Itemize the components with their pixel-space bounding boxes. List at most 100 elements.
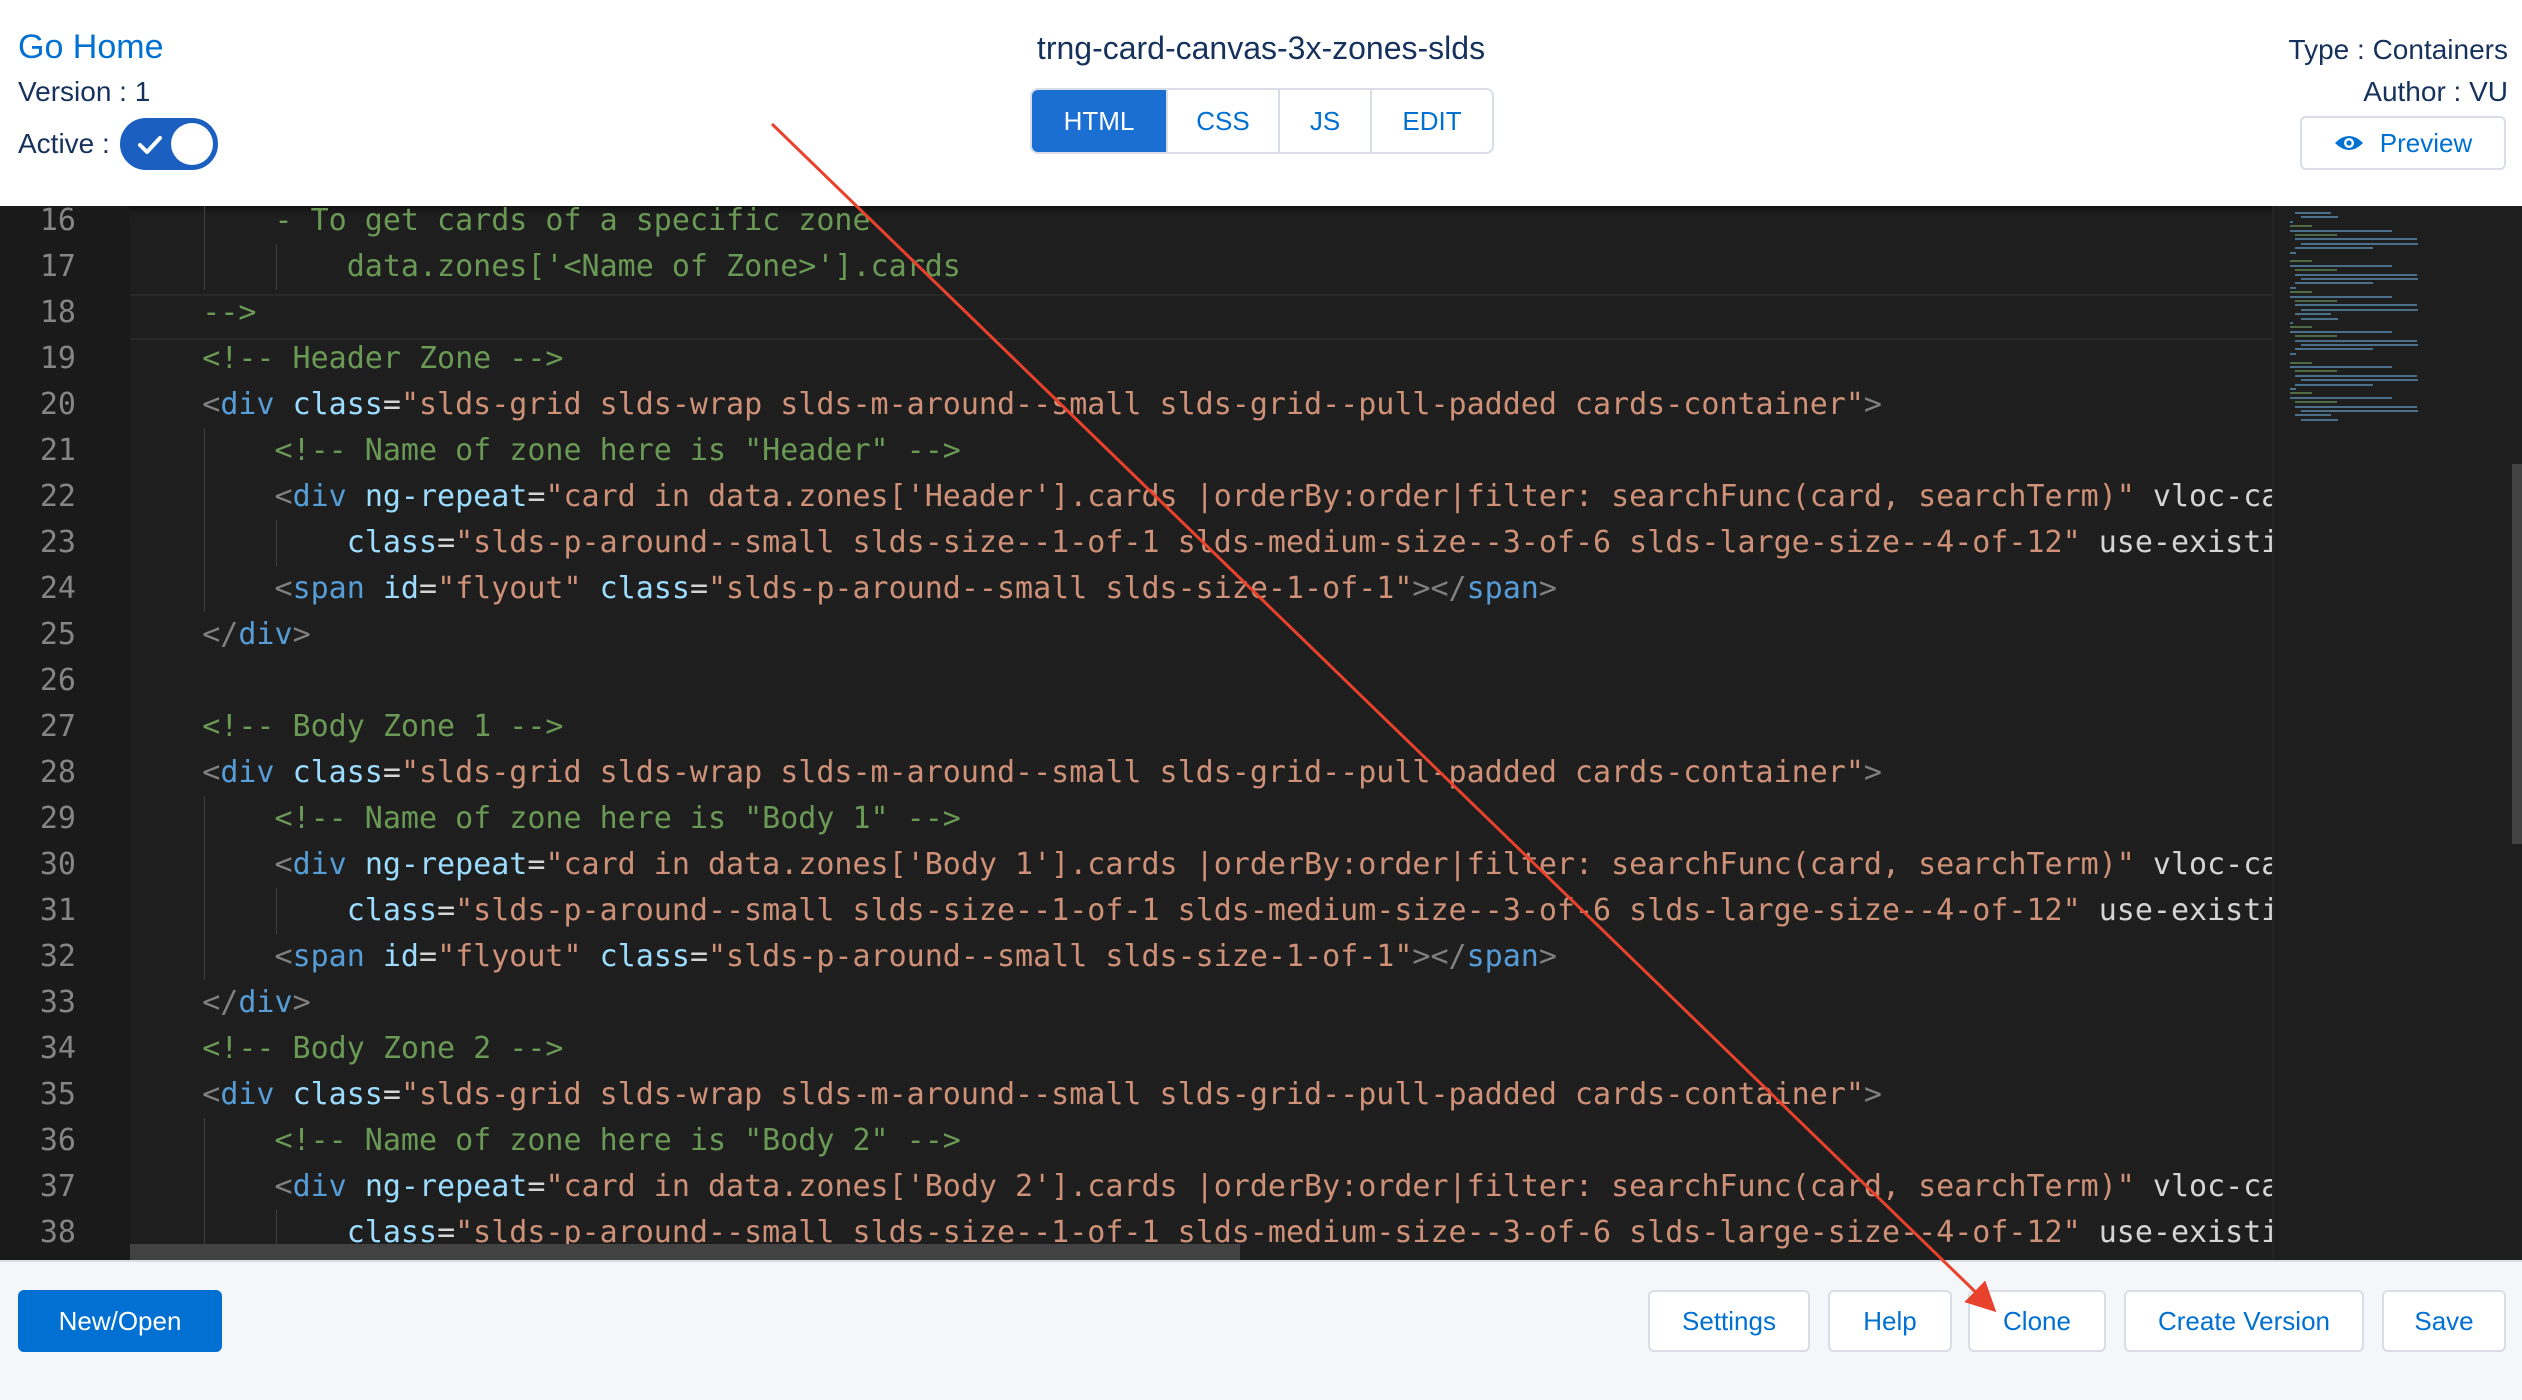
minimap-line [2300,278,2419,280]
code-line[interactable]: <div ng-repeat="card in data.zones['Body… [130,1164,2273,1210]
code-line[interactable] [130,658,2272,704]
line-number: 25 [39,617,76,652]
indent-guide [204,474,206,520]
line-number: 31 [39,893,76,928]
author-label: Author : VU [2363,76,2508,107]
line-number: 19 [39,341,76,376]
minimap[interactable] [2272,206,2522,1260]
toggle-knob [170,123,213,165]
indent-guide [204,1164,206,1210]
line-number: 26 [39,663,76,698]
minimap-line [2289,260,2312,263]
minimap-line [2289,330,2392,333]
indent-guide [204,842,206,888]
code-editor[interactable]: 16 17 18 19 20 21 22 23 24 25 26 27 28 29 30 31 32 33 34 35… [0,206,2522,1260]
minimap-line [2295,401,2337,404]
minimap-line [2300,242,2419,245]
horizontal-scrollbar[interactable] [130,1244,1240,1260]
code-line[interactable]: <span id="flyout" class="slds-p-around--… [130,566,2272,612]
indent-guide [204,934,206,980]
minimap-line [2289,225,2312,228]
code-line[interactable]: class="slds-p-around--small slds-size--1… [130,520,2272,566]
save-button[interactable]: Save [2382,1290,2506,1352]
minimap-line [2300,379,2419,382]
help-button[interactable]: Help [1828,1290,1952,1352]
line-number-gutter: 16 17 18 19 20 21 22 23 24 25 26 27 28 29 30 31 32 33 34 35… [0,206,130,1260]
code-line[interactable]: </div> [130,980,2272,1026]
line-number: 20 [39,387,76,422]
code-line[interactable]: </div> [130,612,2272,658]
line-number: 35 [39,1077,76,1112]
minimap-line [2295,238,2418,241]
create-version-button[interactable]: Create Version [2124,1290,2364,1352]
tab-edit[interactable]: EDIT [1372,90,1492,152]
code-line[interactable]: class="slds-p-around--small slds-size--1… [130,888,2272,934]
code-line[interactable]: <div ng-repeat="card in data.zones['Body… [130,842,2273,888]
minimap-line [2295,304,2418,307]
page-title: trng-card-canvas-3x-zones-slds [1036,30,1486,66]
settings-button[interactable]: Settings [1648,1290,1810,1352]
minimap-line [2300,410,2419,412]
new-open-button[interactable]: New/Open [18,1290,222,1352]
minimap-line [2289,396,2392,399]
line-number: 24 [39,571,76,606]
code-line[interactable]: <!-- Body Zone 1 --> [130,704,2272,750]
line-number: 27 [39,709,76,744]
minimap-line [2289,326,2312,329]
code-line[interactable]: <div class="slds-grid slds-wrap slds-m-a… [130,382,2272,428]
preview-button[interactable]: Preview [2300,116,2506,170]
minimap-line [2289,229,2392,232]
footer-toolbar: New/Open Settings Help Clone Create Vers… [0,1260,2522,1372]
code-line[interactable]: <span id="flyout" class="slds-p-around--… [130,934,2272,980]
code-line[interactable]: --> [130,290,2272,336]
line-number: 17 [39,249,76,284]
minimap-line [2295,335,2337,338]
minimap-line [2295,374,2418,377]
line-number: 33 [39,985,76,1020]
code-line[interactable]: <!-- Body Zone 2 --> [130,1026,2272,1072]
code-line[interactable]: data.zones['<Name of Zone>'].cards [130,244,2272,290]
minimap-line [2300,216,2339,219]
code-line[interactable]: <!-- Name of zone here is "Body 2" --> [130,1118,2272,1164]
minimap-line [2300,317,2339,320]
editor-tabs: HTML CSS JS EDIT [1030,88,1494,154]
line-number: 29 [39,801,76,836]
line-number: 21 [39,433,76,468]
indent-guide [204,888,206,934]
minimap-line [2289,366,2392,368]
indent-guide [276,244,278,290]
tab-js[interactable]: JS [1280,90,1372,152]
minimap-line [2289,352,2297,355]
minimap-line [2289,361,2312,364]
minimap-line [2289,251,2297,254]
code-line[interactable]: <div ng-repeat="card in data.zones['Head… [130,474,2273,520]
tab-css[interactable]: CSS [1168,90,1280,152]
code-line[interactable]: <div class="slds-grid slds-wrap slds-m-a… [130,1072,2272,1118]
tab-html[interactable]: HTML [1032,90,1168,152]
minimap-line [2289,264,2392,267]
preview-label: Preview [2379,127,2473,158]
line-number: 38 [39,1215,76,1250]
line-number: 30 [39,847,76,882]
code-area[interactable]: - To get cards of a specific zone data.z… [130,206,2272,1260]
active-row: Active : [18,118,218,170]
type-label: Type : Containers [2288,34,2508,65]
code-line[interactable]: <!-- Name of zone here is "Header" --> [130,428,2272,474]
minimap-line [2295,414,2332,417]
version-label: Version : 1 [18,76,151,107]
clone-button[interactable]: Clone [1968,1290,2106,1352]
code-line[interactable]: - To get cards of a specific zone [130,206,2272,244]
minimap-line [2289,392,2312,395]
minimap-line [2289,322,2293,324]
line-number: 37 [39,1169,76,1204]
code-line[interactable]: <!-- Header Zone --> [130,336,2272,382]
line-number: 16 [39,206,76,238]
active-toggle[interactable] [119,118,218,170]
indent-guide [204,566,206,612]
code-line[interactable]: <!-- Name of zone here is "Body 1" --> [130,796,2272,842]
minimap-line [2300,418,2339,421]
vertical-scrollbar[interactable] [2512,464,2522,844]
minimap-line [2295,348,2374,351]
code-line[interactable]: <div class="slds-grid slds-wrap slds-m-a… [130,750,2272,796]
minimap-line [2295,212,2332,214]
